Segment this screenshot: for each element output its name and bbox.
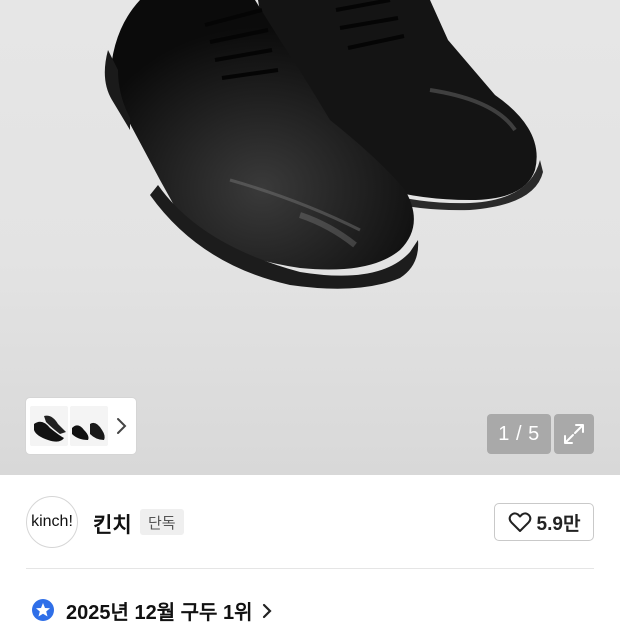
image-counter: 1 / 5	[487, 414, 551, 454]
exclusive-badge: 단독	[140, 509, 184, 535]
seller-name[interactable]: 킨치	[93, 509, 132, 539]
section-divider	[26, 568, 594, 569]
heart-icon	[508, 512, 531, 532]
ranking-link[interactable]: 2025년 12월 구두 1위	[30, 596, 275, 625]
seller-avatar[interactable]: kinch!	[26, 496, 78, 548]
expand-button[interactable]	[554, 414, 594, 454]
chevron-right-icon	[262, 603, 272, 618]
seller-section: kinch! 킨치 단독 5.9만	[0, 475, 620, 569]
chevron-right-icon[interactable]	[114, 416, 128, 436]
thumbnail-image-2[interactable]	[70, 406, 108, 446]
ranking-text: 2025년 12월 구두 1위	[66, 602, 253, 624]
product-image-gallery[interactable]: 1 / 5	[0, 0, 620, 475]
thumbnail-image-1[interactable]	[30, 406, 68, 446]
expand-icon	[564, 424, 584, 444]
like-count: 5.9만	[536, 513, 581, 535]
like-button[interactable]: 5.9만	[494, 503, 594, 541]
thumbnail-strip[interactable]	[26, 398, 136, 454]
